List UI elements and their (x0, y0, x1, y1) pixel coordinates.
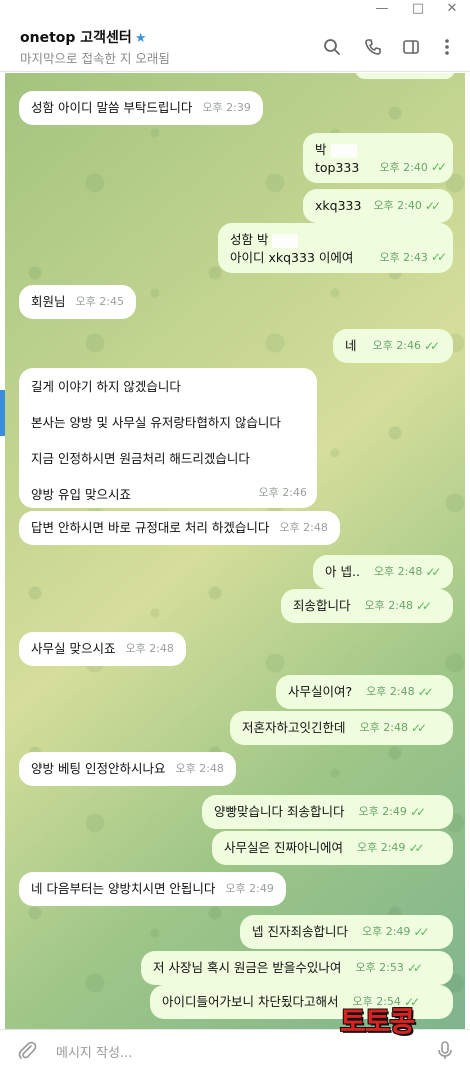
message-text: 사무실은 진짜아니에여 (224, 840, 343, 855)
message-bubble-outgoing[interactable]: 죄송합니다 오후 2:48 ✓✓ (281, 589, 453, 623)
star-icon: ★ (134, 31, 147, 46)
message-time: 오후 2:49 (356, 841, 406, 854)
message-time: 오후 2:48 (373, 565, 423, 578)
message-time: 오후 2:46 (258, 486, 307, 499)
close-icon[interactable]: ✕ (434, 0, 470, 20)
message-bubble-incoming[interactable]: 회원님 오후 2:45 (19, 285, 136, 319)
message-text: 네 다음부터는 양방치시면 안됩니다 (31, 881, 216, 896)
double-check-icon: ✓✓ (406, 961, 423, 975)
message-text: 성함 박 (230, 232, 269, 247)
message-text: 양방 베팅 인정안하시나요 (31, 761, 166, 776)
message-time: 오후 2:48 (125, 642, 174, 655)
message-bubble-incoming[interactable]: 길게 이야기 하지 않겠습니다 본사는 양방 및 사무실 유저랑타협하지 않습니… (19, 368, 317, 508)
chat-status: 마지막으로 접속한 지 오래됨 (20, 51, 170, 66)
message-bubble-incoming[interactable]: 사무실 맞으시죠 오후 2:48 (19, 632, 186, 666)
message-bubble-outgoing[interactable]: 사무실은 진짜아니에여 오후 2:49 ✓✓ (212, 831, 453, 865)
selection-indicator (0, 390, 5, 436)
message-time: 오후 2:48 (364, 599, 413, 612)
message-time: 오후 2:40 (379, 161, 428, 174)
message-text: xkq333 (315, 198, 362, 213)
double-check-icon: ✓✓ (430, 160, 447, 174)
message-bubble-incoming[interactable]: 네 다음부터는 양방치시면 안됩니다 오후 2:49 (19, 872, 286, 906)
message-time: 오후 2:48 (359, 721, 408, 734)
message-text: 박 (315, 142, 327, 157)
message-time: 오후 2:48 (279, 521, 328, 534)
window-titlebar: — □ ✕ (0, 0, 470, 20)
message-bubble-outgoing[interactable]: 저혼자하고잇긴한데 오후 2:48 ✓✓ (230, 711, 453, 745)
double-check-icon: ✓✓ (408, 841, 424, 855)
message-text: 네 (345, 338, 357, 353)
microphone-icon[interactable] (434, 1039, 456, 1061)
double-check-icon: ✓✓ (415, 599, 432, 613)
message-bubble-outgoing[interactable]: 넵 진자죄송합니다 오후 2:49 ✓✓ (240, 915, 453, 949)
message-bubble-incoming[interactable]: 성함 아이디 말씀 부탁드립니다 오후 2:39 (19, 91, 263, 125)
chat-header: onetop 고객센터 ★ 마지막으로 접속한 지 오래됨 (0, 20, 470, 72)
message-bubble-incoming[interactable]: 양방 베팅 인정안하시나요 오후 2:48 (19, 752, 236, 786)
more-menu-icon[interactable] (436, 36, 458, 58)
double-check-icon: ✓✓ (417, 685, 434, 699)
message-bubble-outgoing[interactable]: 저 사장님 혹시 원금은 받을수있나여 오후 2:53 ✓✓ (141, 951, 453, 985)
message-text: 사무실 맞으시죠 (31, 641, 116, 656)
message-text: 넵 진자죄송합니다 (252, 924, 348, 939)
redaction (272, 233, 299, 248)
message-text: 저혼자하고잇긴한데 (242, 720, 346, 735)
message-bubble-incoming[interactable]: 답변 안하시면 바로 규정대로 처리 하겠습니다 오후 2:48 (19, 511, 340, 545)
phone-icon[interactable] (362, 36, 384, 58)
message-text: 양빵맞습니다 죄송합니다 (214, 804, 345, 819)
message-time: 오후 2:53 (355, 961, 404, 974)
double-check-icon: ✓✓ (430, 250, 447, 264)
message-time: 오후 2:40 (373, 199, 422, 212)
double-check-icon: ✓✓ (410, 721, 427, 735)
message-text: 지금 인정하시면 원금처리 해드리겠습니다 (31, 451, 250, 466)
message-meta: 오후 2:40 ✓✓ (379, 158, 447, 177)
message-text: 길게 이야기 하지 않겠습니다 (31, 379, 181, 394)
message-bubble-outgoing[interactable]: 네 오후 2:46 ✓✓ (333, 329, 453, 363)
redaction (330, 143, 357, 158)
message-bubble-outgoing[interactable]: 아 넵.. 오후 2:48 ✓✓ (313, 555, 453, 589)
message-bubble-outgoing[interactable]: 박 top333 오후 2:40 ✓✓ (303, 133, 453, 183)
message-meta: 오후 2:43 ✓✓ (379, 248, 447, 267)
message-text: 답변 안하시면 바로 규정대로 처리 하겠습니다 (31, 520, 270, 535)
double-check-icon: ✓✓ (424, 199, 441, 213)
message-time: 오후 2:43 (379, 251, 428, 264)
attach-icon[interactable] (16, 1039, 38, 1061)
message-time: 오후 2:45 (75, 295, 124, 308)
message-list[interactable]: 성함 아이디 말씀 부탁드립니다 오후 2:39 박 top333 오후 2:40… (5, 73, 465, 1029)
chat-title[interactable]: onetop 고객센터 ★ (20, 27, 146, 47)
sidebar-toggle-icon[interactable] (400, 36, 422, 58)
message-text: 아이디들어가보니 차단됬다고해서 (162, 994, 339, 1009)
double-check-icon: ✓✓ (423, 339, 440, 353)
message-time: 오후 2:46 (372, 339, 421, 352)
message-text: 회원님 (31, 294, 66, 309)
message-bubble-outgoing[interactable]: 성함 박 아이디 xkq333 이에여 오후 2:43 ✓✓ (218, 223, 453, 273)
maximize-icon[interactable]: □ (400, 0, 436, 20)
double-check-icon: ✓✓ (413, 925, 429, 939)
message-bubble-outgoing[interactable]: 사무실이여? 오후 2:48 ✓✓ (276, 675, 453, 709)
message-time: 오후 2:49 (225, 882, 274, 895)
message-text: 저 사장님 혹시 원금은 받을수있나여 (153, 960, 342, 975)
message-time: 오후 2:48 (366, 685, 415, 698)
double-check-icon: ✓✓ (409, 805, 426, 819)
message-text: 본사는 양방 및 사무실 유저랑타협하지 않습니다 (31, 415, 281, 430)
watermark-logo: 토토콩 (340, 1005, 415, 1038)
message-time: 오후 2:48 (175, 762, 224, 775)
chat-title-label: onetop 고객센터 (20, 30, 132, 46)
message-bubble-outgoing[interactable]: xkq333 오후 2:40 ✓✓ (303, 189, 453, 223)
message-input[interactable]: 메시지 작성... (56, 1042, 132, 1061)
message-text: 성함 아이디 말씀 부탁드립니다 (31, 100, 193, 115)
message-text: 아 넵.. (325, 564, 360, 579)
search-icon[interactable] (321, 36, 343, 58)
message-text: 사무실이여? (288, 684, 353, 699)
message-bubble-outgoing[interactable]: 양빵맞습니다 죄송합니다 오후 2:49 ✓✓ (202, 795, 453, 829)
message-time: 오후 2:39 (202, 101, 251, 114)
message-text: 죄송합니다 (293, 598, 351, 613)
message-bubble-partial (355, 73, 455, 79)
minimize-icon[interactable]: — (364, 0, 400, 20)
double-check-icon: ✓✓ (425, 565, 441, 579)
message-time: 오후 2:49 (361, 925, 411, 938)
message-time: 오후 2:49 (358, 805, 407, 818)
